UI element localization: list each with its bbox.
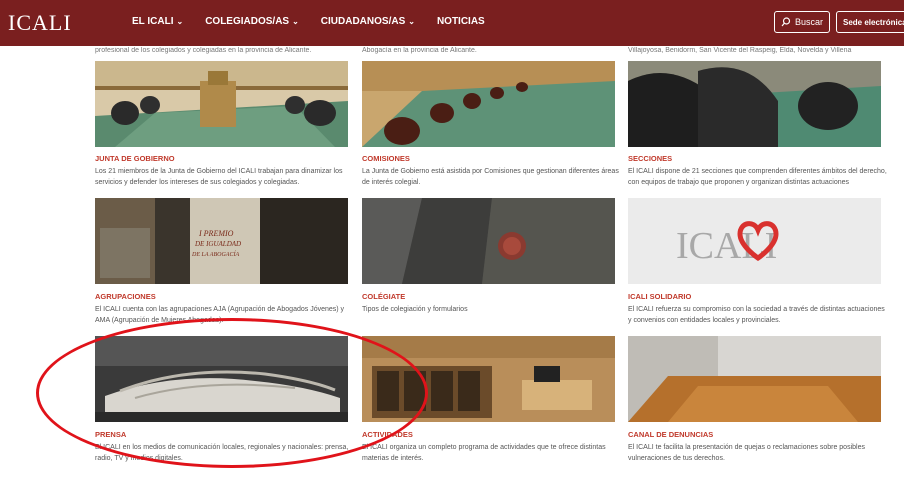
card-title-canal[interactable]: CANAL DE DENUNCIAS (628, 430, 713, 439)
nav-item-ciudadanos[interactable]: CIUDADANOS/AS ⌄ (321, 16, 415, 27)
card-desc-canal: El ICALI te facilita la presentación de … (628, 444, 865, 462)
card-title-actividades[interactable]: ACTIVIDADES (362, 430, 413, 439)
canal-denuncias-image[interactable] (628, 336, 881, 422)
award-text-3: DE LA ABOGACÍA (191, 250, 239, 258)
colegiate-image[interactable] (362, 198, 615, 284)
icali-logo[interactable]: ICALI (8, 10, 72, 36)
nav-label: EL ICALI (132, 16, 174, 27)
nav-item-el-icali[interactable]: EL ICALI ⌄ (132, 16, 183, 27)
chevron-down-icon: ⌄ (408, 17, 415, 26)
agrupaciones-image[interactable]: I PREMIO DE IGUALDAD DE LA ABOGACÍA (95, 198, 348, 284)
card-title-solidario[interactable]: ICALI SOLIDARIO (628, 292, 691, 301)
chevron-down-icon: ⌄ (292, 17, 299, 26)
cut-off-text: Abogacía en la provincia de Alicante. (362, 47, 477, 54)
search-button[interactable]: Buscar (774, 11, 830, 33)
main-nav: EL ICALI ⌄ COLEGIADOS/AS ⌄ CIUDADANOS/AS ⌄ … (132, 16, 507, 27)
cut-off-text: profesional de los colegiados y colegiad… (95, 47, 312, 54)
card-desc-secciones: El ICALI dispone de 21 secciones que com… (628, 168, 887, 186)
prensa-image[interactable] (95, 336, 348, 422)
chevron-down-icon: ⌄ (176, 17, 184, 26)
card-desc-actividades: El ICALI organiza un completo programa d… (362, 444, 606, 462)
card-title-secciones[interactable]: SECCIONES (628, 154, 672, 163)
nav-label: CIUDADANOS/AS (320, 16, 406, 27)
nav-item-colegiados[interactable]: COLEGIADOS/AS ⌄ (205, 16, 299, 27)
nav-label: NOTICIAS (436, 16, 485, 27)
sede-button-label: Sede electrónica (843, 17, 904, 27)
card-title-comisiones[interactable]: COMISIONES (362, 154, 410, 163)
card-desc-comisiones: La Junta de Gobierno está asistida por C… (362, 168, 619, 186)
nav-label: COLEGIADOS/AS (205, 16, 290, 27)
junta-gobierno-image[interactable] (95, 61, 348, 147)
icali-solidario-image[interactable]: ICALI (628, 198, 881, 284)
card-desc-colegiate: Tipos de colegiación y formularios (362, 306, 468, 313)
award-text-2: DE IGUALDAD (194, 240, 241, 248)
solidario-logo-text: ICALI (676, 225, 777, 267)
search-button-label: Buscar (794, 17, 823, 27)
sede-electronica-button[interactable]: Sede electrónica (836, 11, 904, 33)
cut-off-text: Villajoyosa, Benidorm, San Vicente del R… (628, 47, 852, 54)
card-desc-agrupaciones: El ICALI cuenta con las agrupaciones AJA… (95, 306, 345, 324)
card-title-junta[interactable]: JUNTA DE GOBIERNO (95, 154, 175, 163)
top-navigation-bar: ICALI EL ICALI ⌄ COLEGIADOS/AS ⌄ CIUDADANO… (0, 0, 904, 46)
card-desc-solidario: El ICALI refuerza su compromiso con la s… (628, 306, 885, 324)
card-title-prensa[interactable]: PRENSA (95, 430, 126, 439)
comisiones-image[interactable] (362, 61, 615, 147)
card-desc-prensa: El ICALI en los medios de comunicación l… (95, 444, 349, 462)
actividades-image[interactable] (362, 336, 615, 422)
secciones-image[interactable] (628, 61, 881, 147)
search-icon (781, 17, 791, 27)
award-text-1: I PREMIO (198, 229, 234, 238)
card-title-agrupaciones[interactable]: AGRUPACIONES (95, 292, 156, 301)
card-desc-junta: Los 21 miembros de la Junta de Gobierno … (95, 168, 343, 186)
card-title-colegiate[interactable]: COLÉGIATE (362, 292, 405, 301)
nav-item-noticias[interactable]: NOTICIAS (437, 16, 485, 27)
